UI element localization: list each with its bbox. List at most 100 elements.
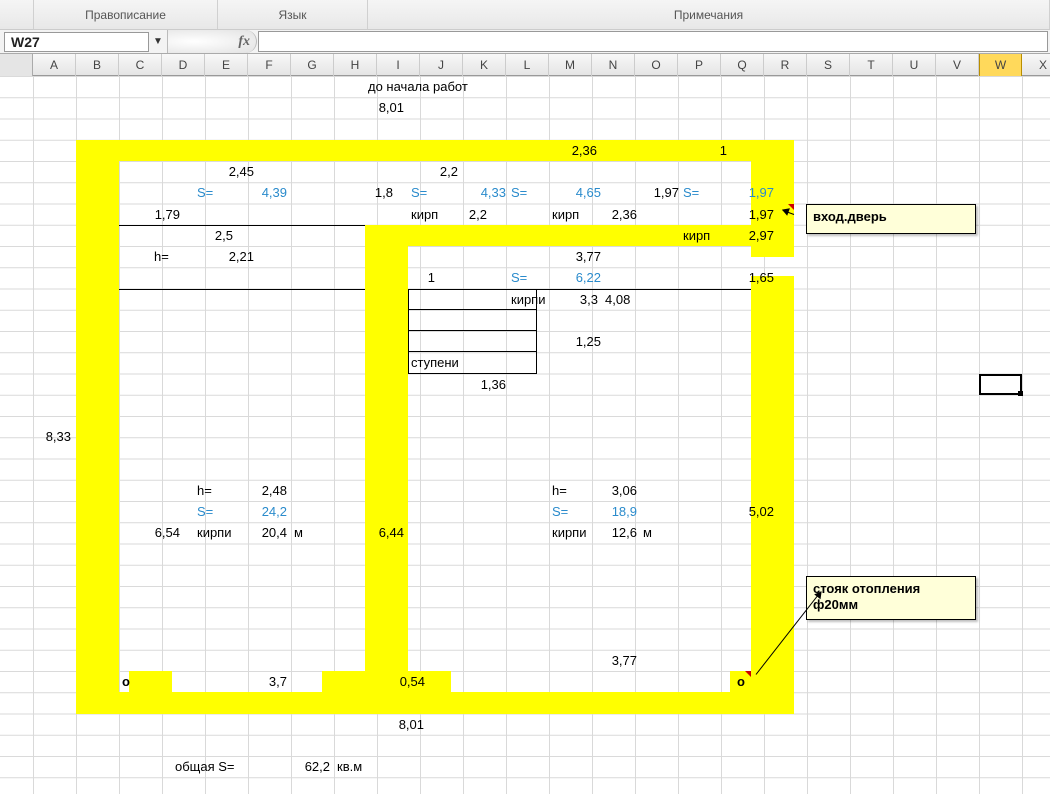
col-header[interactable]: H	[334, 54, 377, 76]
col-header[interactable]: G	[291, 54, 334, 76]
col-header-active[interactable]: W	[979, 54, 1022, 76]
col-header[interactable]: B	[76, 54, 119, 76]
col-header[interactable]: C	[119, 54, 162, 76]
cell-text: 6,44	[343, 522, 407, 543]
cell-text: 2,21	[193, 246, 257, 267]
col-header[interactable]: E	[205, 54, 248, 76]
wall	[558, 692, 644, 713]
ribbon-group-notes[interactable]: Примечания	[368, 0, 1050, 29]
comment-box[interactable]: стояк отопления ф20мм	[806, 576, 976, 620]
cell-text: 1	[395, 267, 438, 288]
column-headers: A B C D E F G H I J K L M N O P Q R S T …	[0, 54, 1050, 76]
col-header[interactable]: K	[463, 54, 506, 76]
cell-text: м	[640, 522, 670, 543]
cell-text: 1,36	[445, 374, 509, 395]
ribbon-label-notes: Примечания	[674, 8, 743, 22]
cell-text: 20,4	[234, 522, 290, 543]
ribbon-group-language[interactable]: Язык	[218, 0, 368, 29]
wall	[76, 140, 119, 714]
name-box-dropdown-icon[interactable]: ▼	[149, 32, 167, 52]
name-box-value: W27	[11, 34, 40, 50]
cell-text: м	[291, 522, 321, 543]
cell-text: 62,2	[269, 756, 333, 777]
cell-text: 1,97	[713, 204, 777, 225]
worksheet-area[interactable]: до начала работ 8,01 2,36 1 2,45 2,2 S= …	[0, 76, 1050, 794]
col-header[interactable]: P	[678, 54, 721, 76]
cell-text: 6,54	[119, 522, 183, 543]
cell-text: 3,7	[226, 671, 290, 692]
cell-text: 1,65	[713, 267, 777, 288]
cell-text: 1,8	[353, 182, 396, 203]
comment-box[interactable]: вход.дверь	[806, 204, 976, 234]
cell-text: общая S=	[172, 756, 272, 777]
cell-text: 2,5	[193, 225, 236, 246]
cell-text: 1,97	[618, 182, 682, 203]
cell-text: 8,33	[10, 426, 74, 447]
col-header[interactable]: O	[635, 54, 678, 76]
cell-text: 1,25	[540, 331, 604, 352]
cell-text: 0,54	[364, 671, 428, 692]
name-box[interactable]: W27	[4, 32, 149, 52]
wall	[751, 276, 794, 714]
cell-text: 4,33	[445, 182, 509, 203]
wall	[322, 671, 365, 692]
cell-text: кв.м	[334, 756, 384, 777]
cell-text: 3,77	[540, 246, 604, 267]
cell-text: 2,2	[447, 204, 490, 225]
col-header[interactable]: J	[420, 54, 463, 76]
col-header[interactable]: U	[893, 54, 936, 76]
ribbon-toolbar: Правописание Язык Примечания	[0, 0, 1050, 30]
ribbon-group-spelling[interactable]: Правописание	[33, 0, 218, 29]
cell-text: до начала работ	[365, 76, 515, 97]
cell-text: o	[734, 671, 754, 692]
select-all-corner[interactable]	[0, 54, 33, 76]
col-header[interactable]: D	[162, 54, 205, 76]
col-header[interactable]: R	[764, 54, 807, 76]
cell-text: 4,08	[602, 289, 666, 310]
cell-text: 2,48	[226, 480, 290, 501]
comment-text: стояк отопления	[813, 581, 969, 597]
name-box-wrap: W27 ▼	[4, 30, 167, 53]
wall-edge	[119, 225, 365, 226]
cell-text: кирп	[408, 204, 451, 225]
fx-button[interactable]: fx	[167, 30, 257, 53]
col-header[interactable]: Q	[721, 54, 764, 76]
formula-input[interactable]	[258, 31, 1048, 52]
active-cell[interactable]	[979, 374, 1022, 395]
cell-text: 1	[666, 140, 730, 161]
col-header[interactable]: M	[549, 54, 592, 76]
cell-text: 5,02	[713, 501, 777, 522]
cell-text: 8,01	[363, 714, 427, 735]
col-header[interactable]: L	[506, 54, 549, 76]
cell-text: 8,01	[343, 97, 407, 118]
col-header[interactable]: X	[1022, 54, 1050, 76]
ribbon-label-spelling: Правописание	[85, 8, 166, 22]
col-header[interactable]: N	[592, 54, 635, 76]
col-header[interactable]: F	[248, 54, 291, 76]
box	[408, 310, 537, 331]
cell-text: 2,97	[713, 225, 777, 246]
cell-text: 3,77	[576, 650, 640, 671]
cell-text: 12,6	[580, 522, 640, 543]
cell-text: ступени	[408, 352, 488, 373]
cell-text: 4,65	[540, 182, 604, 203]
col-header[interactable]: V	[936, 54, 979, 76]
fx-label: fx	[238, 34, 250, 50]
comment-indicator-icon[interactable]	[745, 671, 751, 677]
cell-text: 1,97	[713, 182, 777, 203]
wall-edge	[119, 289, 365, 290]
cell-text: 2,36	[576, 204, 640, 225]
comment-text: вход.дверь	[813, 209, 887, 224]
cell-text: 2,36	[536, 140, 600, 161]
col-header[interactable]: S	[807, 54, 850, 76]
col-header[interactable]: T	[850, 54, 893, 76]
col-header[interactable]: I	[377, 54, 420, 76]
cell-text: 24,2	[226, 501, 290, 522]
cell-text: 2,45	[193, 161, 257, 182]
ribbon-label-language: Язык	[278, 8, 306, 22]
col-header[interactable]: A	[33, 54, 76, 76]
cell-text: o	[119, 671, 139, 692]
cell-text: 2,2	[418, 161, 461, 182]
box	[408, 331, 537, 352]
cell-text: 4,39	[226, 182, 290, 203]
